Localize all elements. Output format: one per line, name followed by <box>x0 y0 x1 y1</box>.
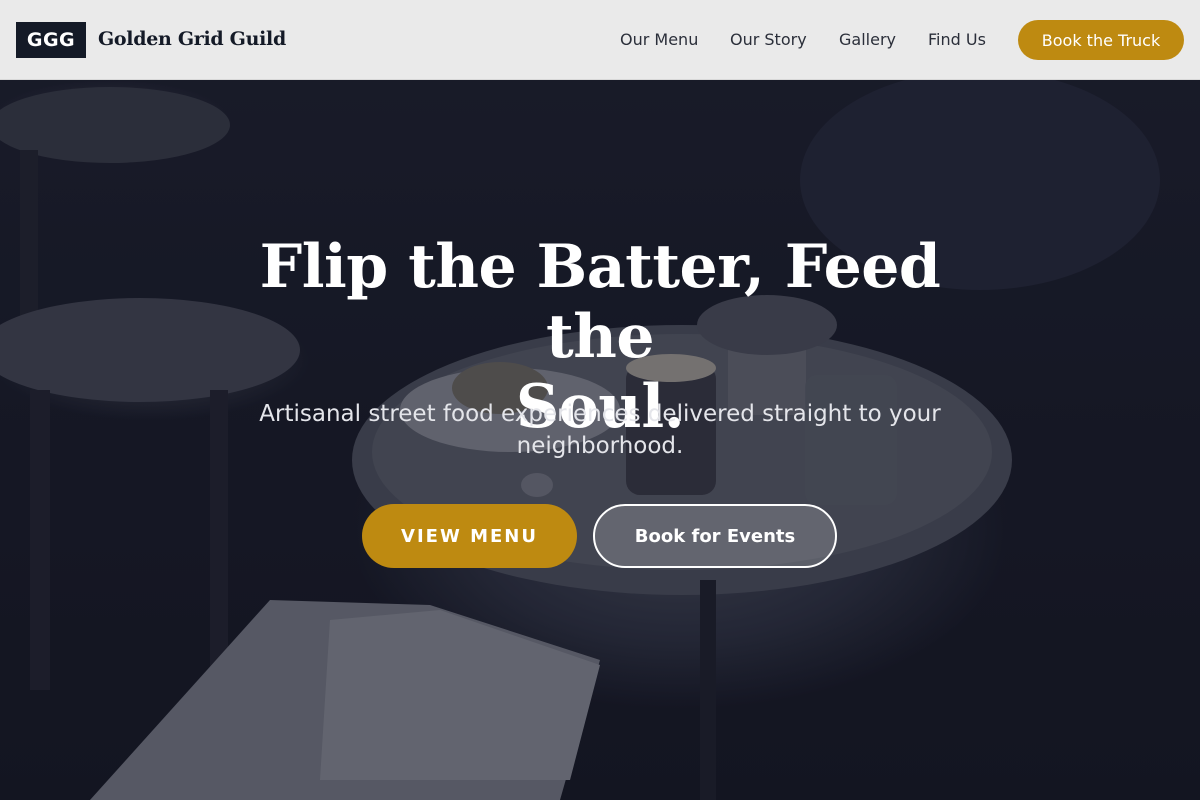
book-the-truck-button[interactable]: Book the Truck <box>1018 20 1184 60</box>
logo-badge[interactable]: GGG <box>16 22 86 58</box>
hero-section: Flip the Batter, Feed the Soul. Artisana… <box>0 80 1200 800</box>
hero-subtitle-line1: Artisanal street food experiences delive… <box>259 401 941 427</box>
view-menu-button[interactable]: VIEW MENU <box>362 504 577 568</box>
hero-subtitle: Artisanal street food experiences delive… <box>200 398 1000 462</box>
book-for-events-button[interactable]: Book for Events <box>593 504 837 568</box>
hero-subtitle-line2: neighborhood. <box>516 433 684 459</box>
brand-name[interactable]: Golden Grid Guild <box>98 28 286 50</box>
nav-gallery[interactable]: Gallery <box>839 30 896 49</box>
nav-find-us[interactable]: Find Us <box>928 30 986 49</box>
site-header: GGG Golden Grid Guild Our Menu Our Story… <box>0 0 1200 80</box>
hero-headline-line1: Flip the Batter, Feed the <box>259 232 941 372</box>
nav-our-story[interactable]: Our Story <box>730 30 807 49</box>
nav-our-menu[interactable]: Our Menu <box>620 30 698 49</box>
